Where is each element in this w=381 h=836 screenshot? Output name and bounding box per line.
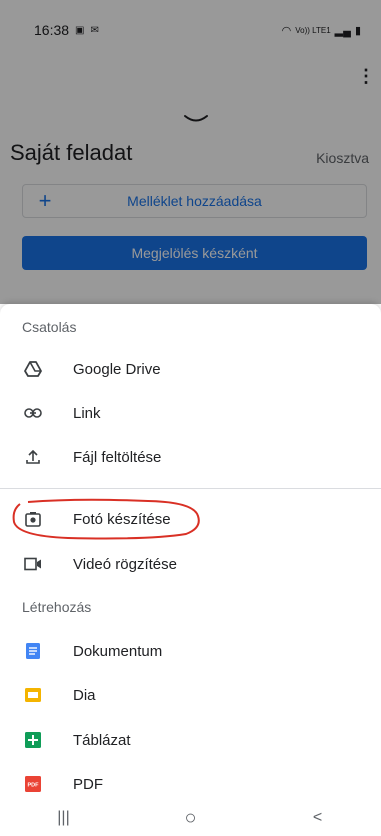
- menu-item-slides[interactable]: Dia: [0, 673, 381, 717]
- menu-item-label: PDF: [73, 775, 103, 793]
- pdf-icon: PDF: [23, 774, 43, 794]
- link-icon: [23, 403, 43, 423]
- menu-item-label: Dokumentum: [73, 642, 163, 660]
- menu-item-label: Dia: [73, 686, 96, 704]
- slides-icon: [23, 685, 43, 705]
- menu-item-link[interactable]: Link: [0, 391, 381, 435]
- menu-item-label: Google Drive: [73, 360, 161, 378]
- menu-item-document[interactable]: Dokumentum: [0, 629, 381, 673]
- recents-icon[interactable]: |||: [34, 803, 94, 833]
- attachment-bottom-sheet: Csatolás Google Drive Link Fájl feltölté…: [0, 304, 381, 836]
- red-circle-annotation: [12, 498, 200, 540]
- google-drive-icon: [23, 359, 43, 379]
- menu-item-google-drive[interactable]: Google Drive: [0, 347, 381, 391]
- menu-item-label: Videó rögzítése: [73, 555, 177, 573]
- divider: [0, 488, 381, 489]
- section-header-attach: Csatolás: [22, 319, 77, 335]
- menu-item-record-video[interactable]: Videó rögzítése: [0, 542, 381, 586]
- scrim-overlay[interactable]: [0, 0, 381, 304]
- menu-item-spreadsheet[interactable]: Táblázat: [0, 718, 381, 762]
- section-header-create: Létrehozás: [22, 599, 92, 615]
- menu-item-upload-file[interactable]: Fájl feltöltése: [0, 435, 381, 479]
- back-icon[interactable]: <: [288, 803, 348, 833]
- menu-item-label: Link: [73, 404, 101, 422]
- home-icon[interactable]: ○: [161, 803, 221, 833]
- video-icon: [23, 554, 43, 574]
- menu-item-label: Táblázat: [73, 731, 131, 749]
- upload-icon: [23, 447, 43, 467]
- system-nav-bar: ||| ○ <: [0, 800, 381, 836]
- docs-icon: [23, 641, 43, 661]
- pdf-badge-text: PDF: [28, 783, 40, 789]
- sheets-icon: [23, 730, 43, 750]
- menu-item-label: Fájl feltöltése: [73, 448, 162, 466]
